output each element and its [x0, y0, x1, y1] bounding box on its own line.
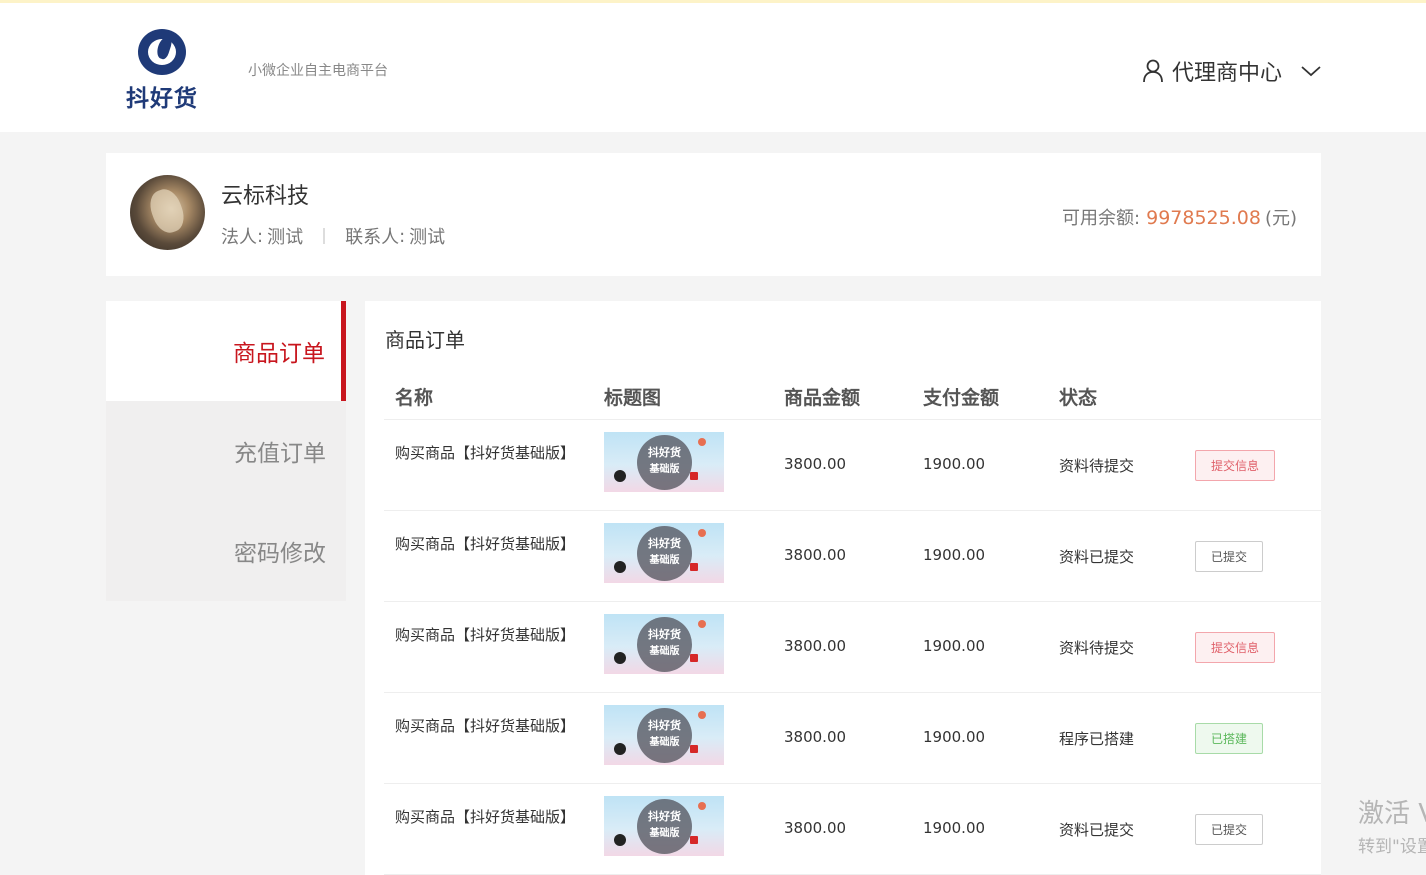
- order-name: 购买商品【抖好货基础版】: [395, 808, 576, 826]
- balloon-icon: [698, 529, 706, 537]
- balloon-icon: [698, 620, 706, 628]
- column-header-amount: 商品金额: [784, 387, 861, 409]
- header: 抖好货 小微企业自主电商平台 代理商中心: [0, 3, 1426, 132]
- order-pay-amount: 1900.00: [923, 728, 986, 746]
- table-row: 购买商品【抖好货基础版】 抖好货基础版 3800.00 1900.00 资料待提交 提交信…: [384, 602, 1321, 693]
- thumb-text-2: 基础版: [649, 737, 680, 748]
- column-header-name: 名称: [395, 387, 434, 409]
- activation-watermark: 激活 V 转到"设置: [1358, 793, 1426, 857]
- thumb-text-1: 抖好货: [648, 628, 681, 641]
- column-header-thumb: 标题图: [604, 387, 662, 409]
- column-header-pay: 支付金额: [923, 387, 1000, 409]
- table-row: 购买商品【抖好货基础版】 抖好货基础版 3800.00 1900.00 程序已搭建 已搭建: [384, 693, 1321, 784]
- sidebar-item-recharge-orders[interactable]: 充值订单: [106, 401, 346, 501]
- tiktok-icon: [614, 743, 626, 755]
- sidebar-item-product-orders[interactable]: 商品订单: [106, 301, 346, 401]
- gift-icon: [690, 563, 698, 571]
- thumb-text-2: 基础版: [649, 828, 680, 839]
- contact-value: 测试: [409, 227, 446, 248]
- balance-label: 可用余额:: [1062, 208, 1141, 229]
- submit-info-button[interactable]: 提交信息: [1195, 632, 1275, 663]
- sidebar-item-password-change[interactable]: 密码修改: [106, 501, 346, 601]
- order-pay-amount: 1900.00: [923, 546, 986, 564]
- orders-table: 名称 标题图 商品金额 支付金额 状态 购买商品【抖好货基础版】 抖好货 基础版 38…: [384, 375, 1321, 875]
- order-name: 购买商品【抖好货基础版】: [395, 717, 576, 735]
- sidebar: 商品订单 充值订单 密码修改: [106, 301, 346, 601]
- unicorn-logo-icon: [138, 29, 186, 75]
- table-row: 购买商品【抖好货基础版】 抖好货基础版 3800.00 1900.00 资料待提交 提交信…: [384, 420, 1321, 511]
- order-pay-amount: 1900.00: [923, 455, 986, 473]
- thumb-text-1: 抖好货: [648, 810, 681, 823]
- order-name: 购买商品【抖好货基础版】: [395, 444, 576, 462]
- tiktok-icon: [614, 470, 626, 482]
- watermark-line-1: 激活 V: [1358, 799, 1426, 829]
- balloon-icon: [698, 438, 706, 446]
- legal-contact-line: 法人: 测试 联系人: 测试: [221, 223, 445, 249]
- balloon-icon: [698, 711, 706, 719]
- order-amount: 3800.00: [784, 819, 847, 837]
- order-amount: 3800.00: [784, 546, 847, 564]
- built-button[interactable]: 已搭建: [1195, 723, 1263, 754]
- order-amount: 3800.00: [784, 455, 847, 473]
- order-status: 程序已搭建: [1059, 730, 1135, 748]
- slogan: 小微企业自主电商平台: [248, 63, 388, 79]
- agent-center-label: 代理商中心: [1171, 61, 1282, 86]
- legal-label: 法人: [221, 227, 257, 248]
- order-status: 资料已提交: [1059, 821, 1135, 839]
- thumb-text-1: 抖好货: [648, 719, 681, 732]
- order-name: 购买商品【抖好货基础版】: [395, 535, 576, 553]
- logo[interactable]: 抖好货: [116, 25, 208, 113]
- table-header: 名称 标题图 商品金额 支付金额 状态: [384, 375, 1321, 420]
- tiktok-icon: [614, 652, 626, 664]
- legal-value: 测试: [267, 227, 304, 248]
- balance-amount: 9978525.08: [1146, 207, 1261, 229]
- order-amount: 3800.00: [784, 728, 847, 746]
- thumb-text-1: 抖好货: [648, 537, 681, 550]
- gift-icon: [690, 745, 698, 753]
- product-thumbnail[interactable]: 抖好货 基础版: [604, 796, 724, 856]
- balloon-icon: [698, 802, 706, 810]
- gift-icon: [690, 472, 698, 480]
- thumb-text-2: 基础版: [649, 555, 680, 566]
- order-name: 购买商品【抖好货基础版】: [395, 626, 576, 644]
- tiktok-icon: [614, 834, 626, 846]
- thumb-text-1: 抖好货: [648, 446, 681, 459]
- order-status: 资料待提交: [1059, 639, 1135, 657]
- balance: 可用余额: 9978525.08 (元): [1062, 204, 1297, 230]
- product-thumbnail[interactable]: 抖好货 基础版: [604, 523, 724, 583]
- submit-info-button[interactable]: 提交信息: [1195, 450, 1275, 481]
- agent-center-menu[interactable]: 代理商中心: [1142, 55, 1322, 87]
- profile-card: 云标科技 法人: 测试 联系人: 测试 可用余额: 9978525.08 (元): [106, 153, 1321, 276]
- divider: [323, 228, 326, 244]
- page-title: 商品订单: [385, 328, 465, 352]
- thumb-text-2: 基础版: [649, 646, 680, 657]
- table-row: 购买商品【抖好货基础版】 抖好货基础版 3800.00 1900.00 资料已提交 已提交: [384, 511, 1321, 602]
- submitted-button[interactable]: 已提交: [1195, 814, 1263, 845]
- order-amount: 3800.00: [784, 637, 847, 655]
- thumb-text-2: 基础版: [649, 464, 680, 475]
- product-thumbnail[interactable]: 抖好货 基础版: [604, 614, 724, 674]
- column-header-status: 状态: [1059, 387, 1098, 409]
- chevron-down-icon: [1301, 66, 1321, 77]
- user-icon: [1143, 59, 1163, 83]
- tiktok-icon: [614, 561, 626, 573]
- order-status: 资料已提交: [1059, 548, 1135, 566]
- balance-unit: (元): [1264, 208, 1297, 229]
- submitted-button[interactable]: 已提交: [1195, 541, 1263, 572]
- gift-icon: [690, 654, 698, 662]
- table-row: 购买商品【抖好货基础版】 抖好货基础版 3800.00 1900.00 资料已提交 已提交: [384, 784, 1321, 875]
- order-status: 资料待提交: [1059, 457, 1135, 475]
- contact-label: 联系人: [345, 227, 400, 248]
- main-panel: 商品订单 名称 标题图 商品金额 支付金额 状态 购买商品【抖好货基础版】 抖好货…: [365, 301, 1321, 875]
- order-pay-amount: 1900.00: [923, 819, 986, 837]
- watermark-line-2: 转到"设置: [1358, 837, 1426, 857]
- gift-icon: [690, 836, 698, 844]
- product-thumbnail[interactable]: 抖好货 基础版: [604, 432, 724, 492]
- order-pay-amount: 1900.00: [923, 637, 986, 655]
- avatar: [130, 175, 205, 250]
- product-thumbnail[interactable]: 抖好货 基础版: [604, 705, 724, 765]
- company-name: 云标科技: [221, 184, 310, 209]
- logo-text: 抖好货: [126, 86, 198, 112]
